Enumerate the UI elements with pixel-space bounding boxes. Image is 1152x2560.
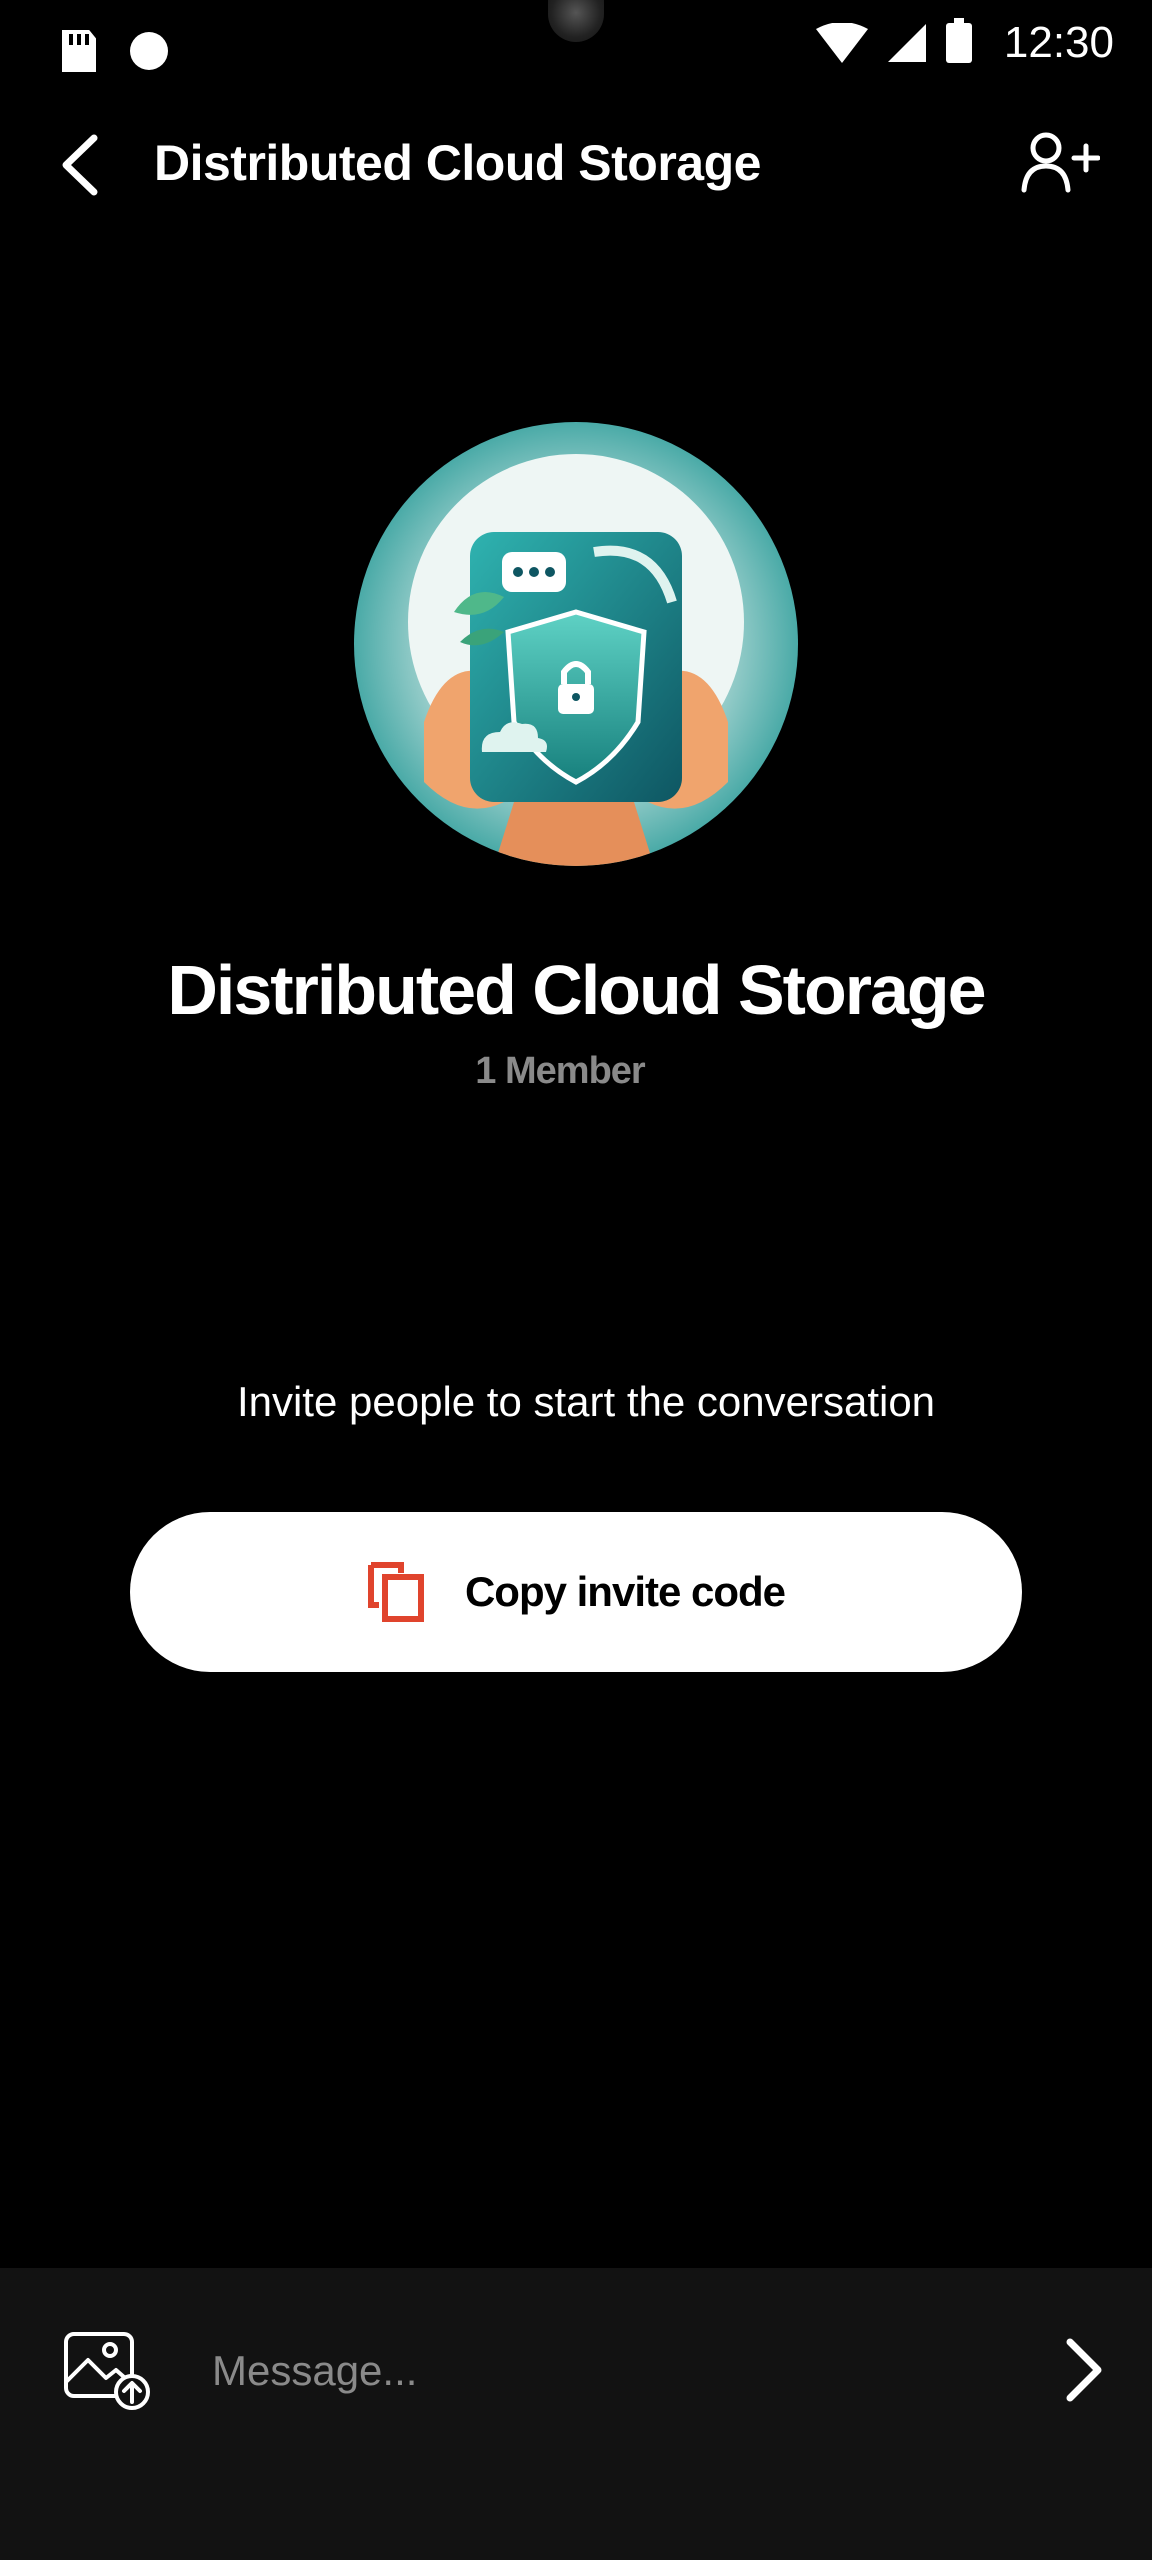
secure-tablet-illustration-icon: [408, 454, 744, 866]
group-name: Distributed Cloud Storage: [167, 951, 986, 1029]
image-upload-button[interactable]: [60, 2328, 156, 2412]
header-title: Distributed Cloud Storage: [154, 135, 761, 191]
battery-icon: [945, 18, 972, 63]
clock: 12:30: [1003, 18, 1114, 67]
sd-card-icon: [62, 30, 96, 72]
back-button[interactable]: [50, 130, 120, 200]
message-input[interactable]: [210, 2330, 994, 2412]
image-upload-icon: [64, 2332, 150, 2410]
copy-invite-code-button[interactable]: Copy invite code: [130, 1512, 1022, 1672]
member-count: 1 Member: [475, 1050, 645, 1092]
notification-dot-icon: [130, 32, 168, 70]
wifi-icon: [815, 23, 868, 63]
invite-prompt: Invite people to start the conversation: [236, 1378, 936, 1425]
status-left: [62, 30, 168, 72]
chevron-right-icon: [1066, 2338, 1102, 2402]
top-app-bar: Distributed Cloud Storage: [0, 120, 1152, 210]
send-button[interactable]: [1052, 2330, 1112, 2410]
copy-icon: [367, 1562, 424, 1622]
message-composer: [0, 2268, 1152, 2560]
cell-signal-icon: [887, 24, 926, 62]
add-member-button[interactable]: [1020, 128, 1100, 198]
status-bar: 12:30: [0, 0, 1152, 110]
group-avatar: [354, 422, 798, 866]
copy-invite-code-label: Copy invite code: [464, 1568, 786, 1615]
status-right: 12:30: [815, 18, 1114, 68]
person-add-icon: [1021, 132, 1100, 193]
